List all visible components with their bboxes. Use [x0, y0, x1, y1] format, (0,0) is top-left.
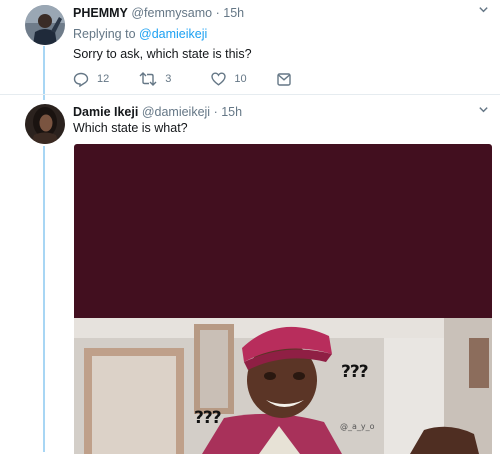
author-name[interactable]: PHEMMY [73, 6, 128, 20]
reply-icon [73, 72, 89, 87]
like-count: 10 [234, 73, 247, 85]
tweet-2-media[interactable]: ??? ??? @_a_y_o [74, 144, 492, 454]
replying-to-mention[interactable]: @damieikeji [139, 27, 207, 41]
tweet-1-actions: 12 3 10 [73, 71, 329, 87]
retweet-icon [139, 72, 157, 86]
like-button[interactable]: 10 [211, 72, 247, 86]
separator: · [215, 6, 220, 20]
avatar-damie-ikeji-image [25, 104, 65, 144]
replying-to-prefix: Replying to [73, 27, 140, 41]
reply-count: 12 [97, 73, 110, 85]
thread-connector-bottom [43, 146, 45, 452]
avatar-phemmy[interactable] [25, 5, 65, 45]
timestamp[interactable]: 15h [223, 6, 244, 20]
tweet-1-header: PHEMMY @femmysamo · 15h [73, 6, 244, 20]
meme-watermark: @_a_y_o [340, 422, 375, 431]
thread-connector-top [43, 46, 45, 100]
chevron-down-icon[interactable] [478, 4, 489, 18]
meme-photo: ??? ??? @_a_y_o [74, 318, 492, 454]
tweet-1-text: Sorry to ask, which state is this? [73, 47, 252, 61]
tweet-2-header: Damie Ikeji @damieikeji · 15h [73, 105, 242, 119]
avatar-damie-ikeji[interactable] [25, 104, 65, 144]
tweet-2-text: Which state is what? [73, 121, 188, 135]
direct-message-button[interactable] [276, 72, 299, 86]
retweet-button[interactable]: 3 [139, 72, 171, 86]
retweet-count: 3 [165, 73, 172, 85]
author-handle[interactable]: @femmysamo [131, 6, 212, 20]
tweet-divider [0, 94, 500, 95]
meme-question-marks-left: ??? [194, 408, 222, 428]
meme-question-marks-right: ??? [341, 362, 369, 382]
chevron-down-icon[interactable] [478, 104, 489, 118]
timestamp[interactable]: 15h [221, 105, 242, 119]
media-dark-panel [74, 144, 492, 318]
author-handle[interactable]: @damieikeji [142, 105, 210, 119]
author-name[interactable]: Damie Ikeji [73, 105, 138, 119]
separator: · [213, 105, 218, 119]
reply-button[interactable]: 12 [73, 72, 109, 87]
meme-photo-drawing [74, 318, 492, 454]
direct-message-icon [276, 72, 291, 86]
replying-to: Replying to @damieikeji [73, 27, 207, 41]
like-icon [211, 72, 227, 86]
avatar-phemmy-image [25, 5, 65, 45]
